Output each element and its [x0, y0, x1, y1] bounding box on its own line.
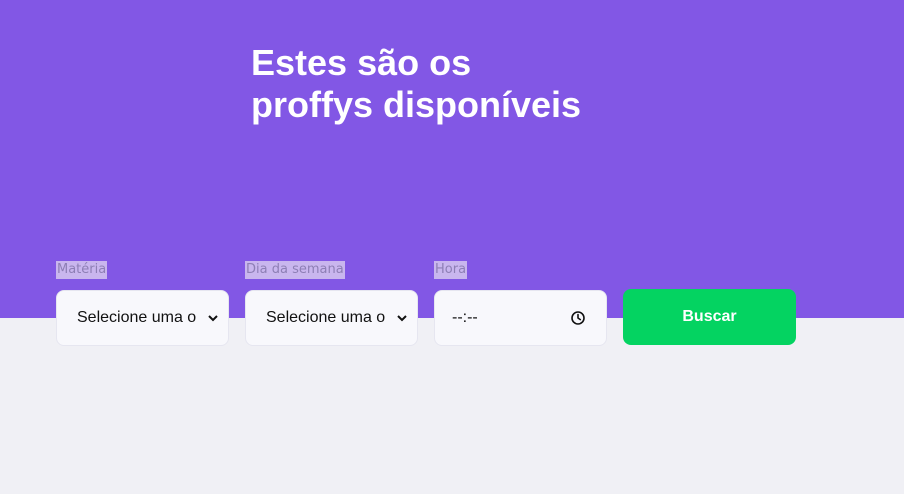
- time-label: Hora: [434, 261, 468, 279]
- clock-icon[interactable]: [570, 310, 586, 326]
- chevron-down-icon: [208, 313, 218, 323]
- page-title: Estes são os proffys disponíveis: [251, 42, 611, 126]
- page-title-line-2: proffys disponíveis: [251, 84, 582, 125]
- search-button[interactable]: Buscar: [623, 289, 796, 345]
- subject-select-value: Selecione uma o: [77, 309, 197, 326]
- weekday-select[interactable]: Selecione uma o: [245, 290, 418, 346]
- weekday-select-value: Selecione uma o: [266, 309, 386, 326]
- time-input-value: --:--: [452, 309, 478, 326]
- subject-label: Matéria: [56, 261, 108, 279]
- weekday-label: Dia da semana: [245, 261, 345, 279]
- page-title-line-1: Estes são os: [251, 42, 472, 83]
- time-input[interactable]: --:--: [434, 290, 607, 346]
- chevron-down-icon: [397, 313, 407, 323]
- subject-select[interactable]: Selecione uma o: [56, 290, 229, 346]
